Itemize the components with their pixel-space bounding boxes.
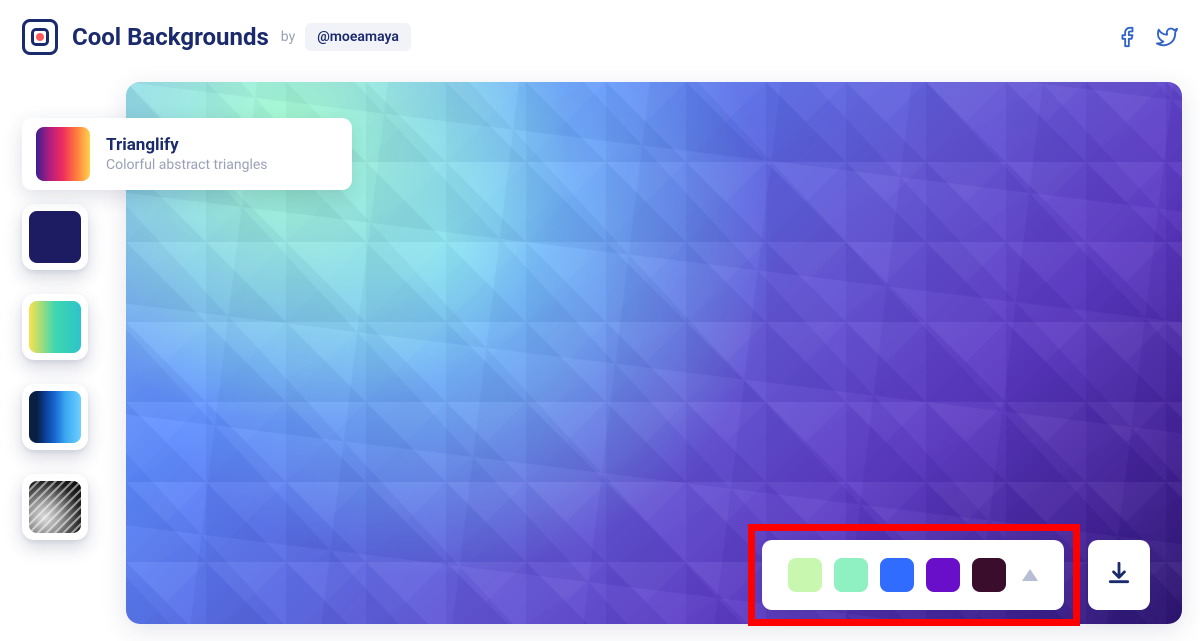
- by-label: by: [281, 29, 295, 45]
- app-logo-inner: [31, 28, 49, 46]
- app-logo[interactable]: [22, 19, 58, 55]
- preset-bw[interactable]: [22, 474, 88, 540]
- twitter-icon[interactable]: [1156, 26, 1178, 48]
- palette-panel: [762, 540, 1064, 610]
- generator-card-selected[interactable]: Trianglify Colorful abstract triangles: [22, 118, 352, 190]
- palette-swatch-3[interactable]: [880, 558, 914, 592]
- app-title: Cool Backgrounds: [72, 23, 269, 51]
- palette-swatch-5[interactable]: [972, 558, 1006, 592]
- preset-yellow-teal[interactable]: [22, 294, 88, 360]
- palette-swatch-4[interactable]: [926, 558, 960, 592]
- preset-blue-stripes-swatch: [29, 391, 81, 443]
- generator-subtitle: Colorful abstract triangles: [106, 157, 268, 173]
- preset-bw-swatch: [29, 481, 81, 533]
- download-button[interactable]: [1088, 540, 1150, 610]
- download-icon: [1106, 560, 1132, 590]
- generator-thumb: [36, 127, 90, 181]
- preset-navy[interactable]: [22, 204, 88, 270]
- palette-swatch-2[interactable]: [834, 558, 868, 592]
- app-logo-dot: [36, 33, 44, 41]
- author-link[interactable]: @moeamaya: [305, 23, 411, 51]
- preset-blue-stripes[interactable]: [22, 384, 88, 450]
- facebook-icon[interactable]: [1116, 26, 1138, 48]
- header: Cool Backgrounds by @moeamaya: [0, 0, 1200, 72]
- preset-navy-swatch: [29, 211, 81, 263]
- preset-list: [22, 204, 88, 540]
- chevron-up-icon[interactable]: [1022, 569, 1038, 581]
- generator-text: Trianglify Colorful abstract triangles: [106, 135, 268, 173]
- preset-yellow-teal-swatch: [29, 301, 81, 353]
- palette-swatch-1[interactable]: [788, 558, 822, 592]
- generator-title: Trianglify: [106, 135, 268, 155]
